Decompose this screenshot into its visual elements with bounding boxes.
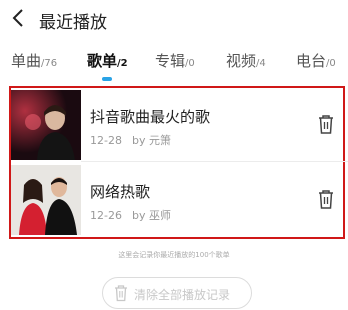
tab-label: 单曲 xyxy=(11,52,42,70)
playlist-meta: 12-28 by 元箫 xyxy=(90,132,171,148)
delete-button[interactable] xyxy=(316,113,336,135)
tab-playlists[interactable]: 歌单/2 xyxy=(87,50,128,71)
playlist-date: 12-26 xyxy=(90,209,122,222)
playlist-title: 抖音歌曲最火的歌 xyxy=(90,108,211,126)
back-button[interactable] xyxy=(8,6,30,30)
tab-label: 电台 xyxy=(296,52,327,70)
clear-history-button[interactable]: 清除全部播放记录 xyxy=(102,277,252,309)
trash-icon xyxy=(115,285,127,302)
tab-count: /0 xyxy=(185,58,195,69)
tab-label: 歌单 xyxy=(87,52,118,70)
page-title: 最近播放 xyxy=(39,13,107,33)
tab-count: /4 xyxy=(256,58,266,69)
active-tab-indicator xyxy=(102,77,112,81)
playlist-author: by 元箫 xyxy=(131,134,171,147)
tab-radio[interactable]: 电台/0 xyxy=(296,50,336,71)
tab-label: 专辑 xyxy=(155,52,186,70)
list-item[interactable]: 抖音歌曲最火的歌 12-28 by 元箫 xyxy=(11,88,348,162)
tab-bar: 单曲/76 歌单/2 专辑/0 视频/4 电台/0 xyxy=(0,50,348,80)
playlist-meta: 12-26 by 巫师 xyxy=(90,207,171,223)
tab-count: /0 xyxy=(326,58,336,69)
playlist-title: 网络热歌 xyxy=(90,183,151,201)
header-bar: 最近播放 xyxy=(0,0,348,38)
playlist-author: by 巫师 xyxy=(131,209,171,222)
playlist-list: 抖音歌曲最火的歌 12-28 by 元箫 网络热歌 12-26 by 巫师 xyxy=(9,86,348,239)
tab-count: /2 xyxy=(117,58,128,69)
trash-icon xyxy=(319,115,333,134)
playlist-cover xyxy=(11,165,81,235)
playlist-date: 12-28 xyxy=(90,134,122,147)
delete-button[interactable] xyxy=(316,188,336,210)
footer-note: 这里会记录你最近播放的100个歌单 xyxy=(118,251,230,259)
chevron-left-icon xyxy=(12,9,23,27)
clear-history-label: 清除全部播放记录 xyxy=(134,288,231,302)
tab-label: 视频 xyxy=(226,52,257,70)
tab-songs[interactable]: 单曲/76 xyxy=(11,50,57,71)
playlist-cover xyxy=(11,90,81,160)
tab-count: /76 xyxy=(41,58,58,69)
tab-albums[interactable]: 专辑/0 xyxy=(155,50,195,71)
list-item[interactable]: 网络热歌 12-26 by 巫师 xyxy=(11,163,343,237)
divider xyxy=(81,161,348,162)
trash-icon xyxy=(319,190,333,209)
tab-videos[interactable]: 视频/4 xyxy=(226,50,266,71)
